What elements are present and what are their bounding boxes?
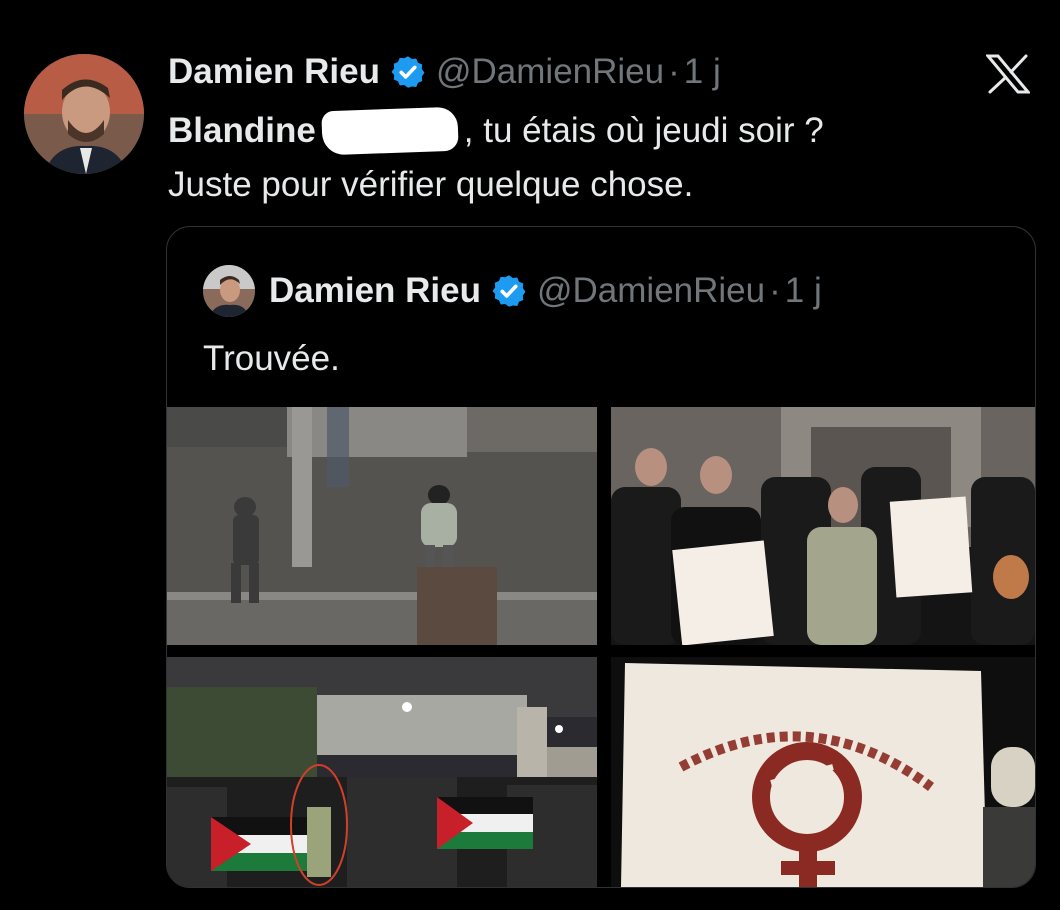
- photo-group-banners[interactable]: [611, 407, 1035, 645]
- photo-banner-image: [611, 657, 1035, 887]
- timestamp[interactable]: 1 j: [684, 52, 721, 92]
- redaction-scribble: [321, 106, 459, 156]
- author-avatar[interactable]: [24, 54, 144, 174]
- separator-dot: ·: [668, 52, 680, 91]
- quoted-author-name[interactable]: Damien Rieu: [269, 271, 481, 311]
- author-name[interactable]: Damien Rieu: [168, 52, 380, 92]
- x-logo-icon: [986, 54, 1030, 94]
- quoted-tweet-text: Trouvée.: [203, 339, 340, 378]
- photo-street-image: [167, 407, 597, 645]
- quoted-author-avatar[interactable]: [203, 265, 255, 317]
- tweet-text-line-1: Blandine , tu étais où jeudi soir ?: [168, 104, 1028, 158]
- quoted-tweet-card[interactable]: Damien Rieu @DamienRieu · 1 j Trouvée.: [166, 226, 1036, 888]
- photo-feminist-banner[interactable]: [611, 657, 1035, 887]
- tweet-text: Blandine , tu étais où jeudi soir ? Just…: [168, 104, 1028, 212]
- quoted-tweet-header: Damien Rieu @DamienRieu · 1 j: [203, 265, 822, 317]
- quoted-timestamp[interactable]: 1 j: [785, 271, 822, 311]
- photo-grid: [167, 407, 1035, 887]
- quoted-author-handle[interactable]: @DamienRieu: [537, 271, 765, 311]
- tweet-text-line-1-rest: , tu étais où jeudi soir ?: [463, 111, 824, 150]
- photo-night-gathering[interactable]: [167, 657, 597, 887]
- tweet-mention-name: Blandine: [168, 111, 316, 150]
- tweet-header: Damien Rieu @DamienRieu · 1 j: [168, 52, 721, 92]
- verified-badge-icon: [391, 56, 425, 88]
- photo-night-image: [167, 657, 597, 887]
- photo-group-image: [611, 407, 1035, 645]
- quoted-verified-badge-icon: [492, 275, 526, 307]
- author-handle[interactable]: @DamienRieu: [436, 52, 664, 92]
- quoted-separator-dot: ·: [769, 271, 781, 310]
- author-avatar-image: [24, 54, 144, 174]
- photo-street-surveillance[interactable]: [167, 407, 597, 645]
- quoted-author-avatar-image: [203, 265, 255, 317]
- tweet-text-line-2: Juste pour vérifier quelque chose.: [168, 165, 694, 204]
